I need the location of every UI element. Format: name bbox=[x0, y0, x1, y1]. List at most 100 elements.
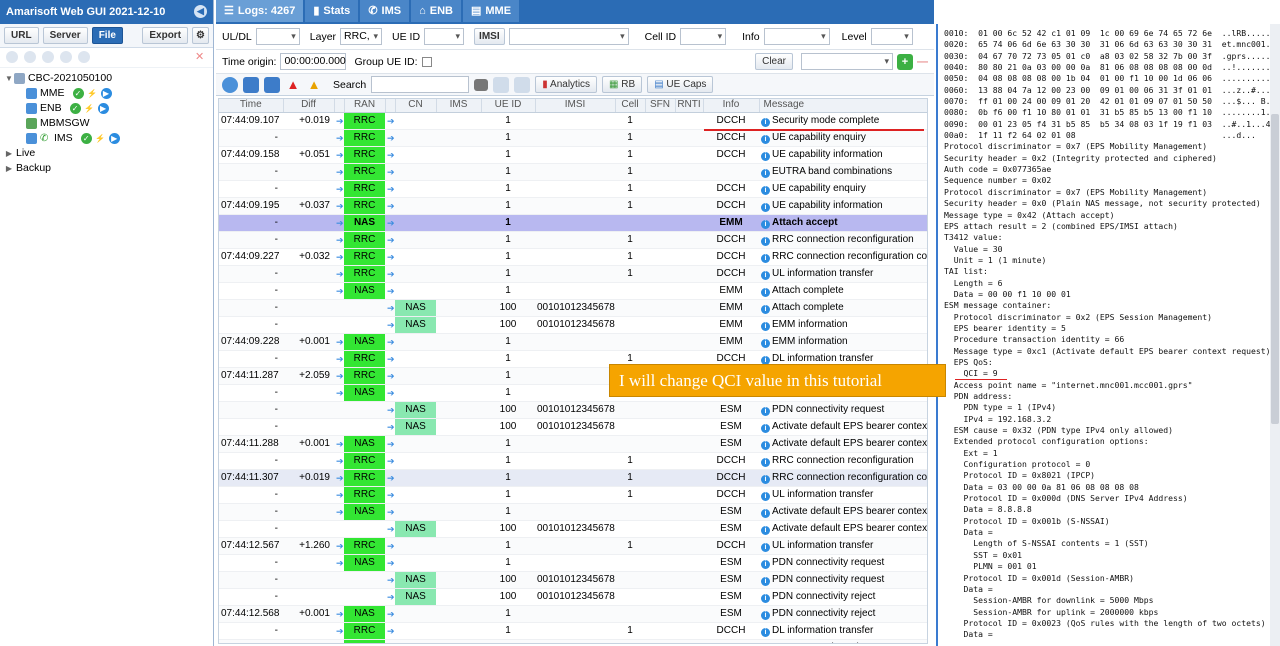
table-row[interactable]: 07:44:29.633+17.065➔RRC➔11DCCHiRRC conne… bbox=[219, 639, 927, 643]
uldl-select[interactable] bbox=[255, 28, 300, 45]
prev-match-icon[interactable] bbox=[493, 76, 510, 93]
tab-mme[interactable]: ▤ MME bbox=[462, 0, 520, 22]
level-select[interactable] bbox=[870, 28, 913, 45]
check-icon[interactable] bbox=[24, 51, 36, 63]
server-button[interactable]: Server bbox=[42, 27, 88, 44]
search-input[interactable] bbox=[371, 76, 470, 93]
tree-node-cbc[interactable]: ▼ CBC-2021050100 bbox=[0, 71, 213, 86]
col-ueid[interactable]: UE ID bbox=[481, 99, 536, 113]
table-row[interactable]: 07:44:09.158 +0.051 ➔ RRC ➔ 1 1 DCCH i UE capabil… bbox=[219, 146, 927, 164]
table-row[interactable]: - ➔ RRC ➔ 1 1 DCCH i RRC connection reconfigurat… bbox=[219, 452, 927, 470]
tree-node-mme[interactable]: MME ✓ ⚡ ▶ bbox=[0, 86, 213, 101]
detail-scrollbar[interactable] bbox=[1270, 24, 1280, 646]
filter-preset-select[interactable] bbox=[801, 53, 893, 70]
play-icon[interactable]: ▶ bbox=[108, 133, 120, 144]
col-ran[interactable]: RAN bbox=[344, 99, 386, 113]
next-match-icon[interactable] bbox=[514, 76, 531, 93]
table-row[interactable]: 07:44:09.107 +0.019 ➔ RRC ➔ 1 1 DCCH i Security m… bbox=[219, 112, 927, 130]
tree-node-live[interactable]: ▶ Live bbox=[0, 146, 213, 161]
imsi-select[interactable] bbox=[508, 28, 629, 45]
col-cn[interactable]: CN bbox=[395, 99, 437, 113]
table-row[interactable]: 07:44:09.228 +0.001 ➔ NAS ➔ 1 EMM i EMM informat… bbox=[219, 333, 927, 351]
table-row[interactable]: - ➔ NAS 100 001010123456789 ESM i PDN connectiv… bbox=[219, 571, 927, 589]
table-row[interactable]: - ➔ NAS 100 001010123456789 ESM i PDN connectiv… bbox=[219, 588, 927, 606]
table-row[interactable]: 07:44:09.227 +0.032 ➔ RRC ➔ 1 1 DCCH i RRC connec… bbox=[219, 248, 927, 266]
table-row[interactable]: 07:44:11.307 +0.019 ➔ RRC ➔ 1 1 DCCH i RRC connec… bbox=[219, 469, 927, 487]
analytics-button[interactable]: ▮ Analytics bbox=[535, 76, 598, 93]
tab-logs[interactable]: ☰ Logs: 4267 bbox=[216, 0, 304, 22]
tree-node-enb[interactable]: ENB ✓ ⚡ ▶ bbox=[0, 101, 213, 116]
warning-icon[interactable]: ▲ bbox=[306, 77, 322, 93]
binoculars-icon[interactable] bbox=[474, 78, 489, 91]
export-button[interactable]: Export bbox=[142, 27, 189, 44]
table-row[interactable]: 07:44:09.195 +0.037 ➔ RRC ➔ 1 1 DCCH i UE capabil… bbox=[219, 197, 927, 215]
layer-select[interactable]: RRC, bbox=[340, 28, 383, 45]
play-icon[interactable]: ▶ bbox=[100, 88, 112, 99]
play-icon[interactable]: ▶ bbox=[97, 103, 109, 114]
table-row[interactable]: - ➔ NAS ➔ 1 EMM i Attach accept bbox=[219, 214, 927, 232]
arrow-right-icon[interactable] bbox=[264, 76, 280, 93]
delete-icon[interactable]: ✕ bbox=[195, 51, 207, 63]
ims-cell bbox=[436, 520, 481, 538]
scroll-thumb[interactable] bbox=[1271, 114, 1279, 424]
table-row[interactable]: 07:44:12.567 +1.260 ➔ RRC ➔ 1 1 DCCH i UL informa… bbox=[219, 537, 927, 555]
tree-node-ims[interactable]: ✆ IMS ✓ ⚡ ▶ bbox=[0, 131, 213, 146]
collapse-icon[interactable]: ◀ bbox=[194, 5, 207, 18]
tab-stats[interactable]: ▮ Stats bbox=[305, 0, 359, 22]
star-icon[interactable] bbox=[78, 51, 90, 63]
expand-icon[interactable]: ▼ bbox=[4, 71, 14, 86]
col-time[interactable]: Time bbox=[219, 99, 284, 113]
table-row[interactable]: - ➔ RRC ➔ 1 1 DCCH i UE capability enquiry bbox=[219, 129, 927, 147]
error-icon[interactable]: ▲ bbox=[285, 77, 301, 93]
col-cell[interactable]: Cell bbox=[615, 99, 646, 113]
col-imsi[interactable]: IMSI bbox=[535, 99, 616, 113]
table-row[interactable]: - ➔ RRC ➔ 1 1 DCCH i UL information transfer bbox=[219, 486, 927, 504]
col-sfn[interactable]: SFN bbox=[645, 99, 676, 113]
imsi-button[interactable]: IMSI bbox=[474, 28, 505, 45]
clear-button[interactable]: Clear bbox=[755, 53, 793, 70]
table-row[interactable]: - ➔ NAS 100 001010123456789 EMM i Attach comple… bbox=[219, 299, 927, 317]
add-icon[interactable] bbox=[6, 51, 18, 63]
table-row[interactable]: - ➔ NAS 100 001010123456789 EMM i EMM informati… bbox=[219, 316, 927, 334]
time-origin-input[interactable]: 00:00:00.000 bbox=[280, 53, 347, 70]
table-row[interactable]: - ➔ RRC ➔ 1 1 DCCH i RRC connection reconfigurat… bbox=[219, 231, 927, 249]
table-row[interactable]: 07:44:11.288 +0.001 ➔ NAS ➔ 1 ESM i Activate def… bbox=[219, 435, 927, 453]
tree-node-mbmsgw[interactable]: MBMSGW bbox=[0, 116, 213, 131]
settings-icon[interactable]: ⚙ bbox=[192, 27, 209, 44]
ueid-select[interactable] bbox=[424, 28, 465, 45]
table-row[interactable]: - ➔ RRC ➔ 1 1 DCCH i UE capability enquiry bbox=[219, 180, 927, 198]
url-button[interactable]: URL bbox=[4, 27, 39, 44]
copy-icon[interactable] bbox=[42, 51, 54, 63]
table-row[interactable]: - ➔ NAS ➔ 1 EMM i Attach complete bbox=[219, 282, 927, 300]
group-ueid-checkbox[interactable] bbox=[421, 56, 432, 67]
add-icon[interactable]: + bbox=[897, 53, 913, 70]
remove-icon[interactable]: — bbox=[917, 56, 928, 68]
file-button[interactable]: File bbox=[91, 27, 123, 44]
col-message[interactable]: Message bbox=[759, 99, 927, 113]
table-row[interactable]: - ➔ RRC ➔ 1 1 i EUTRA band combinations bbox=[219, 163, 927, 181]
tab-ims[interactable]: ✆ IMS bbox=[360, 0, 410, 22]
expand-icon[interactable]: ▶ bbox=[4, 146, 14, 161]
refresh-icon[interactable] bbox=[60, 51, 72, 63]
clock-icon[interactable] bbox=[222, 76, 238, 93]
col-ims[interactable]: IMS bbox=[436, 99, 482, 113]
cellid-select[interactable] bbox=[680, 28, 727, 45]
info-select[interactable] bbox=[763, 28, 830, 45]
table-row[interactable]: - ➔ NAS ➔ 1 ESM i PDN connectivity request bbox=[219, 554, 927, 572]
table-row[interactable]: - ➔ RRC ➔ 1 1 DCCH i UL information transfer bbox=[219, 265, 927, 283]
table-row[interactable]: - ➔ NAS ➔ 1 ESM i Activate default EPS bearer c… bbox=[219, 503, 927, 521]
col-rnti[interactable]: RNTI bbox=[675, 99, 704, 113]
ue-caps-button[interactable]: ▤ UE Caps bbox=[647, 76, 714, 93]
arrow-left-icon[interactable] bbox=[243, 76, 259, 93]
table-row[interactable]: - ➔ NAS 100 001010123456789 ESM i PDN connectiv… bbox=[219, 401, 927, 419]
col-diff[interactable]: Diff bbox=[283, 99, 335, 113]
table-row[interactable]: - ➔ RRC ➔ 1 1 DCCH i DL information transfer bbox=[219, 622, 927, 640]
col-info[interactable]: Info bbox=[703, 99, 760, 113]
expand-icon[interactable]: ▶ bbox=[4, 161, 14, 176]
tab-enb[interactable]: ⌂ ENB bbox=[411, 0, 461, 22]
rb-button[interactable]: ▦ RB bbox=[602, 76, 643, 93]
table-row[interactable]: - ➔ NAS 100 001010123456789 ESM i Activate defa… bbox=[219, 520, 927, 538]
table-row[interactable]: - ➔ NAS 100 001010123456789 ESM i Activate defa… bbox=[219, 418, 927, 436]
tree-node-backup[interactable]: ▶ Backup bbox=[0, 161, 213, 176]
table-row[interactable]: 07:44:12.568 +0.001 ➔ NAS ➔ 1 ESM i PDN connecti… bbox=[219, 605, 927, 623]
